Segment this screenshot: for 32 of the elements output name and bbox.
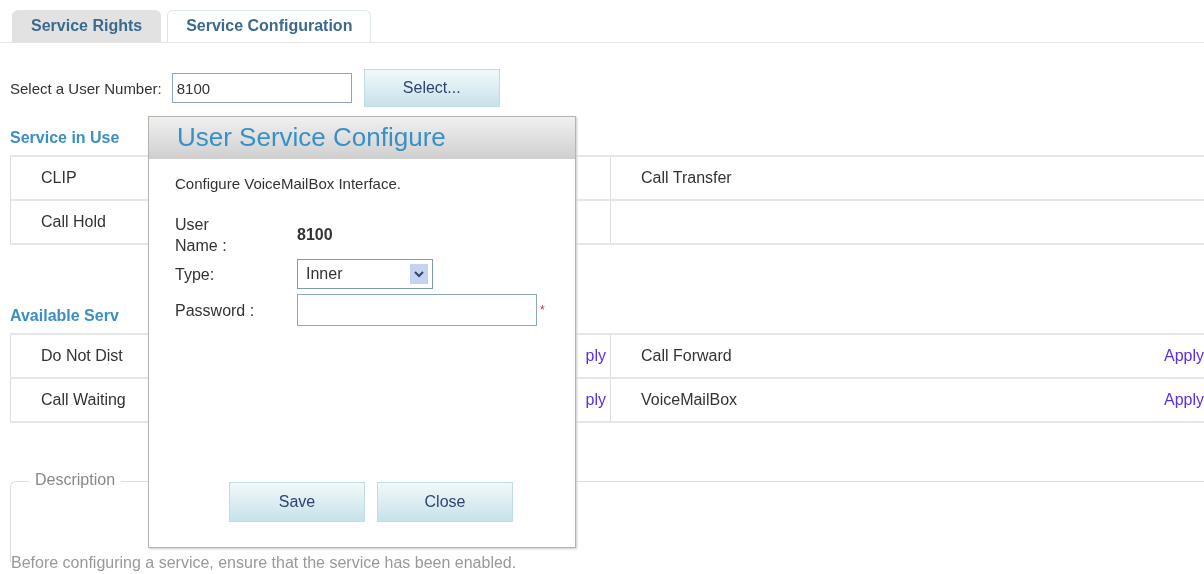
field-label: Select a User Number: xyxy=(10,79,162,97)
apply-link[interactable]: ply xyxy=(585,391,610,409)
service-name: CLIP xyxy=(41,169,77,187)
description-text: Before configuring a service, ensure that the service has been enabled. xyxy=(11,554,517,572)
field-label: Type: xyxy=(175,264,216,285)
type-dropdown[interactable]: Inner xyxy=(297,259,433,289)
required-mark: * xyxy=(540,303,545,317)
apply-link[interactable]: Apply xyxy=(1163,347,1204,365)
tab[interactable]: Service Configuration xyxy=(167,10,372,42)
user-name-value: 8100 xyxy=(297,226,333,244)
dialog-text: Configure VoiceMailBox Interface. xyxy=(175,175,402,192)
service-name: Do Not Dist xyxy=(41,347,123,365)
service-name: Call Forward xyxy=(641,347,732,365)
caret-icon xyxy=(410,264,428,284)
field-label: Password : xyxy=(175,300,256,321)
select-button[interactable]: Select... xyxy=(363,69,500,107)
dialog-title: User Service Configure xyxy=(149,117,575,159)
apply-link[interactable]: ply xyxy=(585,347,610,365)
dialog-button[interactable]: Close xyxy=(377,482,513,522)
user-number-field[interactable]: 8100 xyxy=(171,73,352,103)
tab[interactable]: Service Rights xyxy=(12,10,162,42)
password-field[interactable] xyxy=(297,294,537,326)
field-label: User Name : xyxy=(175,215,228,256)
apply-link[interactable]: Apply xyxy=(1163,391,1204,409)
service-name: Call Hold xyxy=(41,213,106,231)
description-legend: Description xyxy=(29,471,122,489)
service-name: Call Waiting xyxy=(41,391,126,409)
dialog-button[interactable]: Save xyxy=(229,482,365,522)
service-name: VoiceMailBox xyxy=(641,391,738,409)
section-title: Service in Use xyxy=(10,129,120,146)
section-title: Available Serv xyxy=(10,307,119,324)
service-name: Call Transfer xyxy=(641,169,732,187)
